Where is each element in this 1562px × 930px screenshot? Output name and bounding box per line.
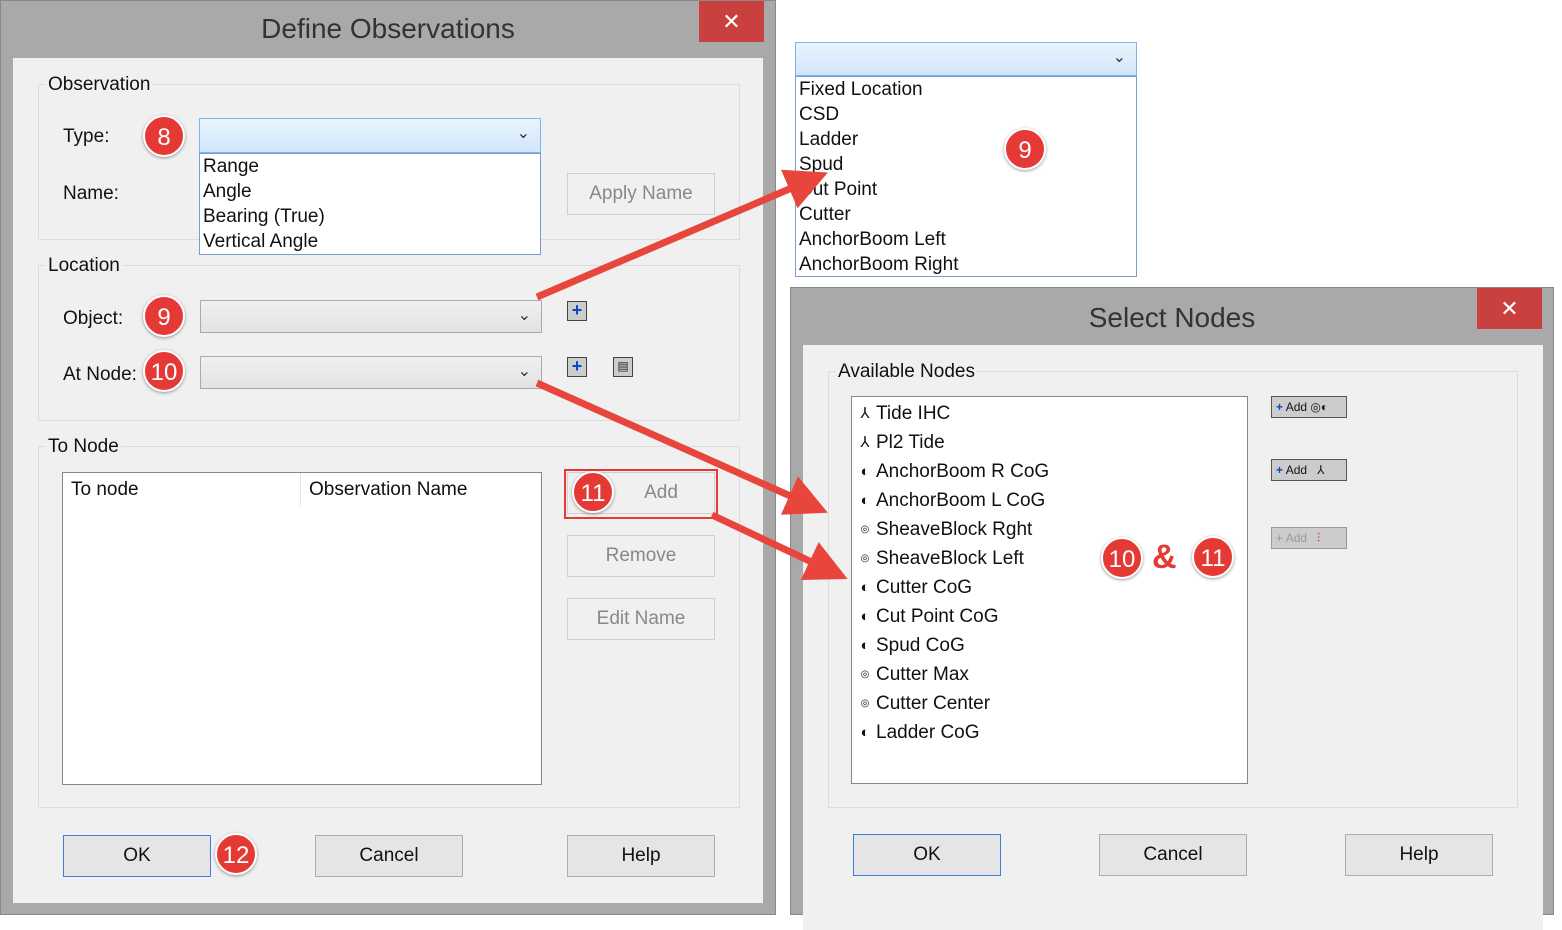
step-badge-11: 11: [1192, 536, 1234, 578]
ampersand: &: [1152, 538, 1177, 576]
step-badge-10: 10: [143, 350, 185, 392]
annotation-arrows: [535, 169, 848, 581]
arrow-add-to-select: [710, 511, 848, 581]
step-badge-8: 8: [143, 115, 185, 157]
step-badge-12: 12: [215, 833, 257, 875]
step-badge-10: 10: [1101, 537, 1143, 579]
arrow-object-to-list: [535, 169, 828, 301]
step-badge-9: 9: [143, 295, 185, 337]
step-badge-9: 9: [1004, 128, 1046, 170]
step-badge-11: 11: [572, 471, 614, 513]
